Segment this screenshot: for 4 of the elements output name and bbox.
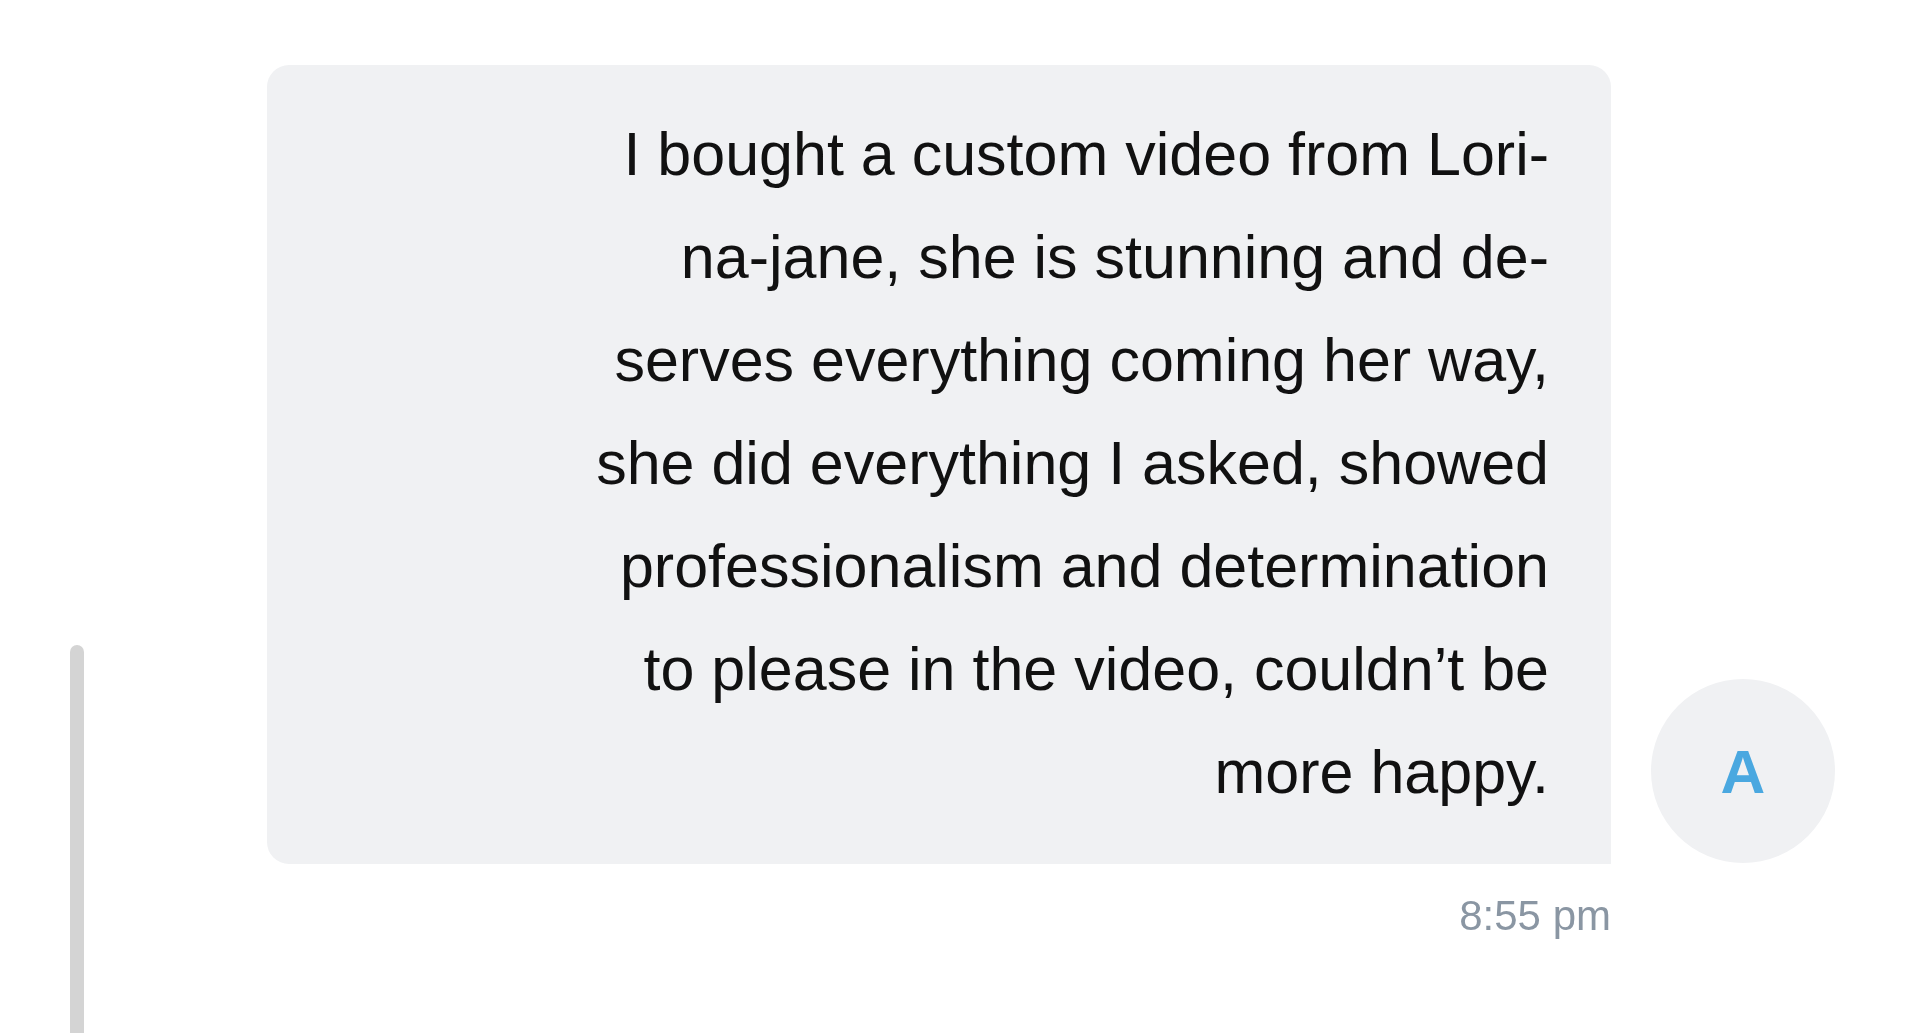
message-text: I bought a custom video from Lori- na-jane, she is stunning and de- serves everything coming her way, she did everything I asked, showed professionalism and determination to please in the video, couldn’t be more happy. — [595, 119, 1549, 808]
scrollbar[interactable] — [70, 645, 84, 1033]
message-time: 8:55 pm — [1458, 891, 1611, 941]
avatar[interactable]: A — [1651, 679, 1835, 863]
